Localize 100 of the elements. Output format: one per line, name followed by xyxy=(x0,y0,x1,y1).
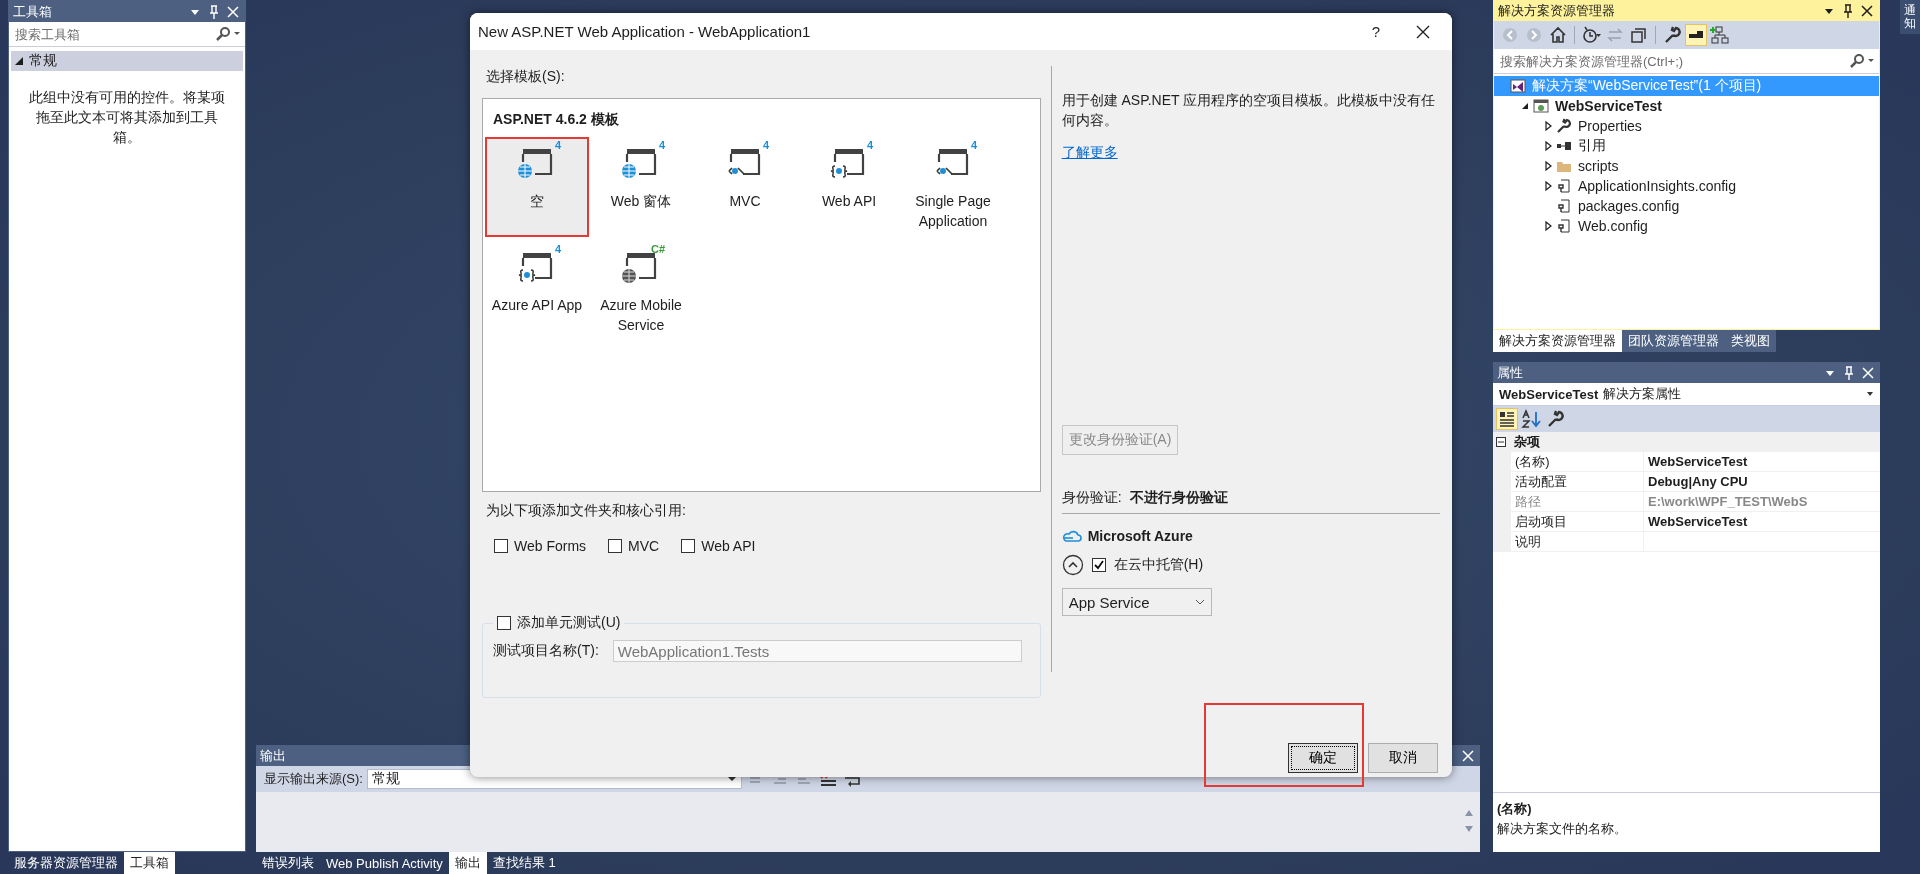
side-tab[interactable]: 通知 xyxy=(1900,0,1920,35)
learn-more-link[interactable]: 了解更多 xyxy=(1061,144,1118,162)
close-icon[interactable] xyxy=(1460,748,1476,763)
template-item[interactable]: 4 Web 窗体 xyxy=(589,137,693,237)
preview-icon[interactable] xyxy=(1686,25,1706,45)
tree-item[interactable]: Properties xyxy=(1540,116,1879,136)
version-label: 4 xyxy=(658,139,665,151)
template-item[interactable]: 4 MVC xyxy=(693,137,797,237)
description-text: 解决方案文件的名称。 xyxy=(1497,821,1627,836)
categorized-icon[interactable] xyxy=(1497,409,1517,429)
panel-title: 输出 xyxy=(260,746,286,765)
checkbox[interactable] xyxy=(1091,558,1106,572)
panel-tab[interactable]: 工具箱 xyxy=(124,852,175,874)
empty-message: 此组中没有可用的控件。将某项拖至此文本可将其添加到工具箱。 xyxy=(28,88,226,147)
search-field[interactable]: 搜索解决方案资源管理器(Ctrl+;) xyxy=(1498,52,1849,70)
config-icon xyxy=(1556,178,1572,194)
dialog-title: New ASP.NET Web Application - WebApplication1 xyxy=(478,23,812,40)
checkbox[interactable] xyxy=(494,539,508,553)
panel-tab[interactable]: 服务器资源管理器 xyxy=(8,852,124,874)
close-icon[interactable] xyxy=(1859,3,1875,18)
property-name[interactable]: 启动项目 xyxy=(1511,512,1644,531)
checkbox-label[interactable]: Web API xyxy=(701,538,756,554)
template-item[interactable]: 4 空 xyxy=(485,137,589,237)
auth-label: 身份验证: xyxy=(1061,489,1122,507)
tree-item[interactable]: Web.config xyxy=(1540,216,1879,236)
cloud-icon xyxy=(1061,529,1082,543)
panel-title: 工具箱 xyxy=(13,2,53,21)
property-value[interactable]: WebServiceTest xyxy=(1644,452,1880,471)
tree-item[interactable]: WebServiceTest xyxy=(1517,96,1879,116)
wrench-icon xyxy=(1556,118,1572,134)
checkbox-label[interactable]: Web Forms xyxy=(514,538,587,554)
help-button[interactable]: ? xyxy=(1371,23,1380,40)
dialog-button[interactable]: 取消 xyxy=(1368,743,1438,773)
panel-tab[interactable]: 团队资源管理器 xyxy=(1622,330,1725,352)
references-label: 为以下项添加文件夹和核心引用: xyxy=(486,502,687,520)
collapse-toggle-icon[interactable] xyxy=(1061,554,1084,576)
version-label: 4 xyxy=(970,139,977,151)
template-item[interactable]: 4 Web API xyxy=(797,137,901,237)
category-header[interactable]: 杂项 xyxy=(1493,432,1880,452)
diagram-icon[interactable] xyxy=(1710,25,1730,45)
config-icon xyxy=(1556,198,1572,214)
chevron-icon xyxy=(1194,598,1205,606)
panel-title: 解决方案资源管理器 xyxy=(1498,1,1616,20)
panel-tab[interactable]: 输出 xyxy=(448,852,487,874)
template-label: 选择模板(S): xyxy=(486,68,566,86)
history-icon[interactable] xyxy=(1581,25,1601,45)
search-icon[interactable] xyxy=(215,26,241,42)
property-value[interactable]: WebServiceTest xyxy=(1644,512,1880,531)
checkbox-label[interactable]: MVC xyxy=(628,538,660,554)
source-label: 显示输出来源(S): xyxy=(264,770,363,788)
section-title: Microsoft Azure xyxy=(1087,528,1193,544)
property-name[interactable]: 活动配置 xyxy=(1511,472,1644,491)
checkbox[interactable] xyxy=(681,539,696,553)
panel-tab[interactable]: 错误列表 xyxy=(256,852,320,874)
checkbox-label[interactable]: 在云中托管(H) xyxy=(1113,556,1204,574)
property-name[interactable]: (名称) xyxy=(1511,452,1644,471)
template-description: 用于创建 ASP.NET 应用程序的空项目模板。此模板中没有任何内容。 xyxy=(1061,91,1437,130)
close-icon[interactable] xyxy=(1416,24,1430,39)
collapse-all-icon[interactable] xyxy=(1629,25,1649,45)
panel-tab[interactable]: Web Publish Activity xyxy=(320,852,449,874)
panel-title: 属性 xyxy=(1497,363,1524,382)
search-icon[interactable] xyxy=(1849,53,1875,69)
caret-icon[interactable] xyxy=(1866,391,1874,397)
home-icon[interactable] xyxy=(1548,25,1568,45)
version-label: 4 xyxy=(762,139,769,151)
field-label: 测试项目名称(T): xyxy=(493,642,599,660)
tree-item[interactable]: 引用 xyxy=(1540,136,1879,156)
config-icon xyxy=(1556,218,1572,234)
version-label: 4 xyxy=(866,139,873,151)
property-value[interactable]: Debug|Any CPU xyxy=(1644,472,1880,491)
version-label: C# xyxy=(650,243,665,255)
property-name[interactable]: 说明 xyxy=(1511,532,1644,551)
description-title: (名称) xyxy=(1497,800,1533,818)
sort-alphabetical-icon[interactable] xyxy=(1520,409,1542,429)
caret-icon xyxy=(726,775,737,783)
checkbox[interactable] xyxy=(608,539,623,553)
dialog-button[interactable]: 确定 xyxy=(1288,743,1358,773)
service-dropdown[interactable]: App Service xyxy=(1061,588,1212,616)
auth-value: 不进行身份验证 xyxy=(1129,489,1228,507)
project-icon xyxy=(1533,98,1549,114)
version-label: 4 xyxy=(554,139,561,151)
close-icon[interactable] xyxy=(225,4,241,19)
search-field[interactable]: 搜索工具箱 xyxy=(13,25,215,43)
panel-tab[interactable]: 类视图 xyxy=(1725,330,1776,352)
template-item[interactable]: 4 Single Page Application xyxy=(901,137,1005,237)
expander-icon xyxy=(15,57,23,65)
group-header[interactable]: 常规 xyxy=(11,51,243,71)
template-item[interactable]: C# Azure Mobile Service xyxy=(589,241,693,341)
tree-item[interactable]: packages.config xyxy=(1540,196,1879,216)
scrollbar-arrows-icon[interactable] xyxy=(1464,808,1474,834)
group-heading: ASP.NET 4.6.2 模板 xyxy=(493,111,620,129)
close-icon[interactable] xyxy=(1860,365,1876,380)
solution-icon xyxy=(1510,78,1526,94)
version-label: 4 xyxy=(554,243,561,255)
tree-item[interactable]: scripts xyxy=(1540,156,1879,176)
tree-item[interactable]: ApplicationInsights.config xyxy=(1540,176,1879,196)
panel-tab[interactable]: 查找结果 1 xyxy=(486,852,562,874)
panel-tab[interactable]: 解决方案资源管理器 xyxy=(1493,330,1622,352)
template-item[interactable]: 4 Azure API App xyxy=(485,241,589,341)
checkmark-icon xyxy=(1093,560,1104,570)
